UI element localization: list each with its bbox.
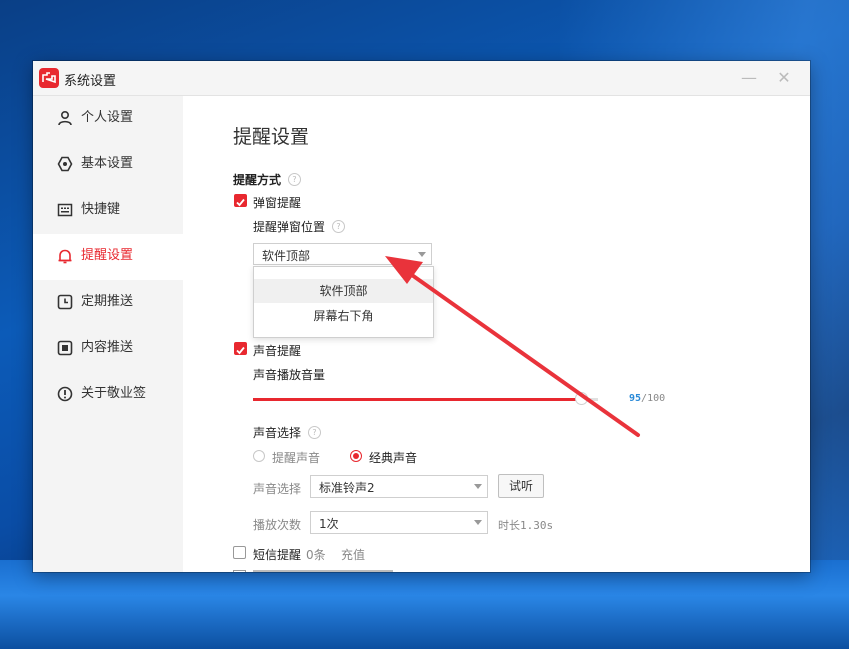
sidebar-item-personal[interactable]: 个人设置 <box>33 96 183 142</box>
title-bar[interactable]: 系统设置 — ✕ <box>33 61 810 96</box>
radio-reminder-sound-label: 提醒声音 <box>272 451 321 465</box>
gear-icon <box>57 156 73 172</box>
bell-icon <box>58 249 72 264</box>
check-icon <box>236 198 245 207</box>
settings-window: 系统设置 — ✕ 个人设置 基本设置 快捷键 提醒设置 定期推送 内容推送 关于… <box>33 61 810 572</box>
ringtone-select-label: 声音选择 <box>253 482 302 496</box>
chevron-down-icon <box>474 520 482 525</box>
popup-position-value: 软件顶部 <box>262 249 311 263</box>
help-icon[interactable]: ? <box>308 426 321 439</box>
sidebar-item-scheduled-push[interactable]: 定期推送 <box>33 280 183 326</box>
desktop-floor <box>0 560 849 649</box>
sidebar-item-label: 提醒设置 <box>81 248 134 263</box>
sidebar-item-label: 个人设置 <box>81 110 134 125</box>
sidebar-item-label: 基本设置 <box>81 156 134 171</box>
volume-readout: 95/100 <box>629 393 665 404</box>
ringtone-value: 标准铃声2 <box>319 481 375 495</box>
sidebar-item-content-push[interactable]: 内容推送 <box>33 326 183 372</box>
sidebar-item-label: 快捷键 <box>81 202 121 217</box>
sidebar-item-shortcuts[interactable]: 快捷键 <box>33 188 183 234</box>
sound-reminder-checkbox[interactable] <box>234 342 247 355</box>
popup-reminder-checkbox[interactable] <box>234 194 247 207</box>
chevron-down-icon <box>418 252 426 257</box>
play-count-select[interactable]: 1次 <box>310 511 488 534</box>
play-count-value: 1次 <box>319 517 339 531</box>
close-button[interactable]: ✕ <box>771 67 797 89</box>
volume-slider[interactable] <box>253 392 598 405</box>
clock-icon <box>57 294 73 310</box>
chevron-down-icon <box>474 484 482 489</box>
volume-slider-handle[interactable] <box>574 392 588 405</box>
play-count-label: 播放次数 <box>253 518 302 532</box>
sidebar-item-label: 定期推送 <box>81 294 134 309</box>
sidebar-item-label: 关于敬业签 <box>81 386 147 401</box>
radio-reminder-sound[interactable] <box>253 450 265 462</box>
popup-reminder-label: 弹窗提醒 <box>253 196 302 210</box>
recharge-link[interactable]: 充值 <box>341 546 365 563</box>
duration-text: 时长1.30s <box>498 519 554 532</box>
sms-count: 0条 <box>306 548 326 562</box>
help-icon[interactable]: ? <box>288 173 301 186</box>
info-icon <box>57 386 73 402</box>
sms-reminder-label: 短信提醒 <box>253 548 302 562</box>
sidebar: 个人设置 基本设置 快捷键 提醒设置 定期推送 内容推送 关于敬业签 <box>33 96 183 572</box>
app-logo-icon <box>39 68 59 88</box>
next-option-row-clipped <box>231 570 531 572</box>
sidebar-item-about[interactable]: 关于敬业签 <box>33 372 183 418</box>
ringtone-select[interactable]: 标准铃声2 <box>310 475 488 498</box>
volume-max: /100 <box>641 393 666 404</box>
dropdown-option-bottom-right[interactable]: 屏幕右下角 <box>254 304 433 328</box>
radio-classic-sound[interactable] <box>350 450 362 462</box>
keyboard-icon <box>57 203 73 217</box>
sidebar-item-label: 内容推送 <box>81 340 134 355</box>
sidebar-item-basic[interactable]: 基本设置 <box>33 142 183 188</box>
sms-reminder-checkbox[interactable] <box>233 546 246 559</box>
popup-position-select[interactable]: 软件顶部 <box>253 243 432 265</box>
help-icon[interactable]: ? <box>332 220 345 233</box>
popup-position-label: 提醒弹窗位置 <box>253 220 326 234</box>
volume-slider-fill <box>253 398 581 401</box>
user-icon <box>58 110 72 126</box>
minimize-button[interactable]: — <box>736 67 762 89</box>
window-title: 系统设置 <box>64 74 117 89</box>
settings-content: 提醒设置 提醒方式 ? 弹窗提醒 提醒弹窗位置 ? 软件顶部 软件顶部 屏幕右下… <box>183 96 810 572</box>
listen-button[interactable]: 试听 <box>498 474 544 498</box>
reminder-method-label: 提醒方式 <box>233 173 282 187</box>
popup-position-dropdown: 软件顶部 屏幕右下角 <box>253 266 434 338</box>
radio-classic-sound-label: 经典声音 <box>369 451 418 465</box>
dropdown-option-top[interactable]: 软件顶部 <box>254 279 433 303</box>
volume-value: 95 <box>629 393 642 404</box>
sidebar-item-reminder[interactable]: 提醒设置 <box>33 234 183 280</box>
check-icon <box>236 346 245 355</box>
page-title: 提醒设置 <box>233 126 310 148</box>
sound-choice-label: 声音选择 <box>253 426 302 440</box>
sound-reminder-label: 声音提醒 <box>253 344 302 358</box>
volume-label: 声音播放音量 <box>253 368 326 382</box>
content-icon <box>57 340 73 356</box>
